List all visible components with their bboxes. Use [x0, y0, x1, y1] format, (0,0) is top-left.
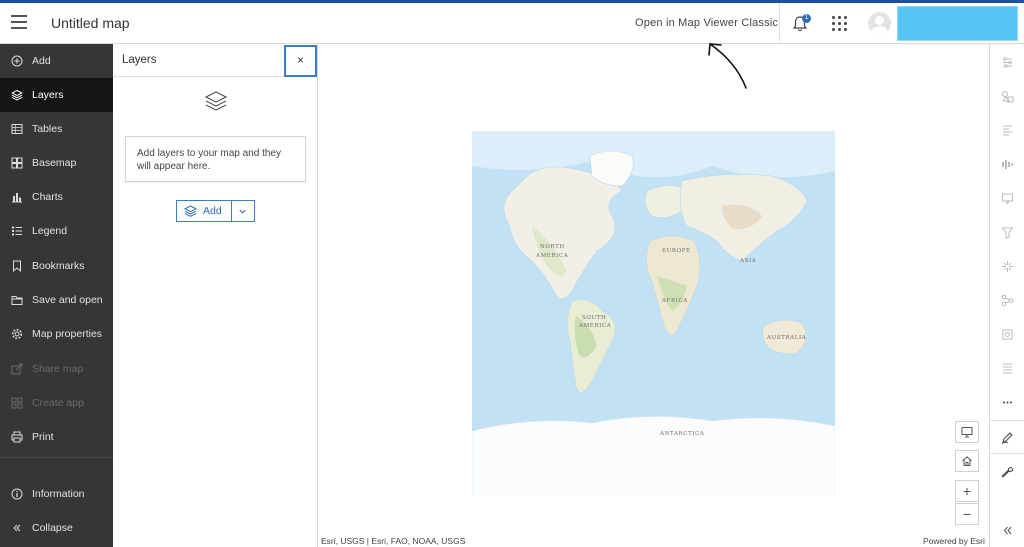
- map-label: NORTH: [540, 244, 565, 250]
- sidebar-item-tables[interactable]: Tables: [0, 112, 113, 146]
- map-label: AUSTRALIA: [766, 335, 807, 341]
- map-label: AMERICA: [578, 323, 612, 329]
- map-label: ASIA: [739, 258, 757, 264]
- open-map-viewer-classic-link[interactable]: Open in Map Viewer Classic: [635, 17, 778, 29]
- apps-icon: [11, 397, 23, 409]
- layers-icon: [11, 89, 23, 101]
- sidebar-item-share-map: Share map: [0, 352, 113, 386]
- sidebar-item-label: Tables: [32, 123, 63, 135]
- layers-icon: [204, 90, 228, 112]
- sidebar-item-legend[interactable]: Legend: [0, 214, 113, 248]
- add-layer-button[interactable]: Add: [177, 201, 232, 221]
- more-icon[interactable]: [990, 388, 1024, 416]
- world-basemap[interactable]: NORTH AMERICA EUROPE ASIA AFRICA SOUTH AMERICA…: [472, 131, 835, 495]
- layers-panel-header: Layers ×: [113, 44, 318, 77]
- sketch-pen-icon[interactable]: [990, 423, 1024, 451]
- map-title[interactable]: Untitled map: [51, 15, 130, 31]
- empty-layers-message: Add layers to your map and they will app…: [125, 136, 306, 182]
- close-panel-button[interactable]: ×: [284, 45, 317, 77]
- chevrons-left-icon: [11, 522, 23, 534]
- sidebar-item-label: Share map: [32, 363, 84, 375]
- cluster-icon[interactable]: [990, 150, 1024, 178]
- chart-icon: [11, 191, 23, 203]
- sidebar-item-label: Map properties: [32, 328, 103, 340]
- left-toolbar: Add Layers Tables Basemap Charts Legend …: [0, 44, 113, 547]
- basemap-icon: [11, 157, 23, 169]
- plus-circle-icon: [11, 55, 23, 67]
- sidebar-item-collapse[interactable]: Collapse: [0, 511, 113, 545]
- sidebar-item-label: Information: [32, 488, 85, 500]
- sidebar-item-information[interactable]: Information: [0, 477, 113, 511]
- app-header: Untitled map Open in Map Viewer Classic …: [0, 3, 1024, 44]
- map-label: SOUTH: [582, 315, 606, 321]
- menu-icon[interactable]: [11, 15, 27, 29]
- zoom-out-button[interactable]: −: [955, 503, 979, 525]
- sidebar-item-save-and-open[interactable]: Save and open: [0, 283, 113, 317]
- app-launcher-icon[interactable]: [832, 16, 847, 31]
- sidebar-item-label: Collapse: [32, 522, 73, 534]
- sidebar-item-label: Basemap: [32, 157, 77, 169]
- printer-icon: [11, 431, 23, 443]
- sidebar-item-label: Charts: [32, 191, 63, 203]
- world-map-graphic: NORTH AMERICA EUROPE ASIA AFRICA SOUTH AMERICA…: [472, 131, 835, 495]
- chevrons-left-icon[interactable]: [990, 516, 1024, 544]
- styles-icon[interactable]: [990, 82, 1024, 110]
- sidebar-item-print[interactable]: Print: [0, 420, 113, 454]
- sketch-icon[interactable]: [990, 320, 1024, 348]
- sidebar-item-label: Legend: [32, 225, 68, 237]
- sidebar-item-label: Layers: [32, 89, 64, 101]
- sidebar-item-map-properties[interactable]: Map properties: [0, 317, 113, 351]
- sidebar-item-add[interactable]: Add: [0, 44, 113, 78]
- home-icon[interactable]: [955, 450, 979, 472]
- sidebar-item-basemap[interactable]: Basemap: [0, 146, 113, 180]
- sidebar-item-layers[interactable]: Layers: [0, 78, 113, 112]
- gear-icon: [11, 328, 23, 340]
- map-label: AMERICA: [535, 253, 569, 259]
- sidebar-item-charts[interactable]: Charts: [0, 180, 113, 214]
- map-label: EUROPE: [662, 248, 691, 254]
- notification-count-badge: 1: [802, 14, 811, 23]
- popups-icon[interactable]: [990, 184, 1024, 212]
- analysis-icon[interactable]: [990, 286, 1024, 314]
- sidebar-divider: [0, 457, 113, 458]
- bookmark-icon: [11, 260, 23, 272]
- sidebar-item-label: Save and open: [32, 294, 103, 306]
- layers-panel: Layers × Add layers to your map and they…: [113, 44, 318, 547]
- effects-icon[interactable]: [990, 252, 1024, 280]
- add-layer-split-button: Add: [176, 200, 255, 222]
- right-toolbar-divider: [990, 453, 1024, 454]
- user-avatar[interactable]: [868, 12, 891, 35]
- map-attribution[interactable]: Esri, USGS | Esri, FAO, NOAA, USGS: [321, 536, 465, 546]
- sidebar-item-label: Print: [32, 431, 54, 443]
- table-icon: [11, 123, 23, 135]
- screen-display-icon[interactable]: [955, 421, 979, 443]
- share-icon: [11, 363, 23, 375]
- info-icon: [11, 488, 23, 500]
- folder-icon: [11, 294, 23, 306]
- layers-panel-title: Layers: [122, 54, 157, 66]
- redacted-user-area[interactable]: [897, 6, 1018, 41]
- map-label: AFRICA: [661, 298, 688, 304]
- chevron-down-icon[interactable]: [232, 201, 254, 221]
- zoom-in-button[interactable]: +: [955, 480, 979, 502]
- map-view[interactable]: NORTH AMERICA EUROPE ASIA AFRICA SOUTH AMERICA…: [318, 44, 989, 547]
- filter-icon[interactable]: [990, 218, 1024, 246]
- sidebar-item-create-app: Create app: [0, 386, 113, 420]
- fields-icon[interactable]: [990, 116, 1024, 144]
- layers-icon: [184, 205, 197, 217]
- right-toolbar-divider: [990, 420, 1024, 421]
- layer-list-icon[interactable]: [990, 354, 1024, 382]
- add-layer-label: Add: [203, 205, 222, 217]
- legend-icon: [11, 225, 23, 237]
- wrench-icon[interactable]: [990, 458, 1024, 486]
- header-divider: [779, 3, 780, 44]
- properties-icon[interactable]: [990, 48, 1024, 76]
- right-toolbar: [989, 44, 1024, 547]
- map-label: ANTARCTICA: [659, 431, 705, 437]
- sidebar-item-label: Bookmarks: [32, 260, 85, 272]
- sidebar-item-label: Create app: [32, 397, 84, 409]
- sidebar-item-label: Add: [32, 55, 51, 67]
- powered-by-esri[interactable]: Powered by Esri: [923, 536, 985, 546]
- sidebar-item-bookmarks[interactable]: Bookmarks: [0, 249, 113, 283]
